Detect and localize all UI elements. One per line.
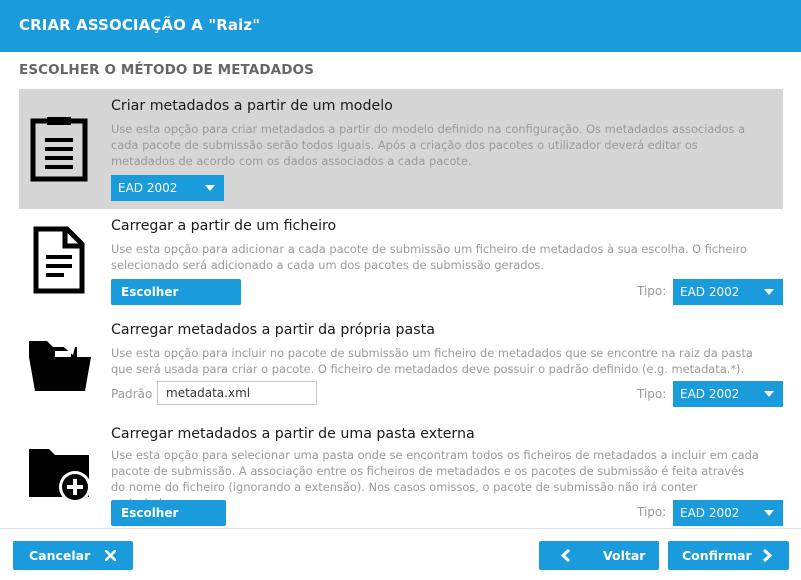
- option-own-folder-description: Use esta opção para incluir no pacote de…: [111, 346, 753, 376]
- chevron-down-icon: [764, 289, 774, 295]
- template-type-select[interactable]: EAD 2002: [111, 175, 224, 201]
- own-folder-type-select-value: EAD 2002: [680, 387, 740, 401]
- cancel-button-label: Cancelar: [29, 548, 91, 563]
- pattern-input[interactable]: metadata.xml: [157, 381, 317, 405]
- option-template[interactable]: Criar metadados a partir de um modelo Us…: [19, 89, 783, 209]
- option-file-title: Carregar a partir de um ficheiro: [111, 218, 337, 234]
- option-file[interactable]: Carregar a partir de um ficheiro Use est…: [19, 209, 783, 325]
- open-folder-icon: [27, 337, 93, 397]
- back-button-label: Voltar: [603, 548, 646, 563]
- template-document-icon: [29, 117, 89, 187]
- option-own-folder[interactable]: Carregar metadados a partir da própria p…: [19, 313, 783, 417]
- external-folder-type-select-value: EAD 2002: [680, 506, 740, 520]
- dialog-title-bar: CRIAR ASSOCIAÇÃO A "Raiz": [0, 0, 801, 52]
- external-folder-type-label: Tipo:: [637, 505, 667, 519]
- file-type-select-value: EAD 2002: [680, 285, 740, 299]
- cancel-button[interactable]: Cancelar: [13, 541, 133, 570]
- back-button[interactable]: Voltar: [539, 541, 659, 570]
- option-template-description: Use esta opção para criar metadados a pa…: [111, 122, 746, 168]
- section-title: ESCOLHER O MÉTODO DE METADADOS: [19, 62, 314, 78]
- add-folder-icon: [27, 447, 93, 509]
- own-folder-type-label: Tipo:: [637, 387, 667, 401]
- chevron-down-icon: [205, 185, 215, 191]
- option-own-folder-title: Carregar metadados a partir da própria p…: [111, 322, 435, 338]
- option-external-folder[interactable]: Carregar metadados a partir de uma pasta…: [19, 417, 783, 546]
- option-external-folder-title: Carregar metadados a partir de uma pasta…: [111, 426, 475, 442]
- chevron-down-icon: [764, 391, 774, 397]
- pattern-label: Padrão: [111, 387, 153, 401]
- choose-file-button[interactable]: Escolher ficheiro...: [111, 279, 241, 325]
- confirm-button-label: Confirmar: [682, 548, 752, 563]
- chevron-right-icon: [762, 548, 772, 563]
- template-type-select-value: EAD 2002: [118, 181, 178, 195]
- chevron-left-icon: [561, 548, 571, 563]
- option-file-description: Use esta opção para adicionar a cada pac…: [111, 242, 747, 272]
- file-type-label: Tipo:: [637, 284, 667, 298]
- option-template-title: Criar metadados a partir de um modelo: [111, 98, 393, 114]
- footer-divider: [0, 528, 801, 529]
- chevron-down-icon: [764, 510, 774, 516]
- choose-folder-button[interactable]: Escolher pasta...: [111, 500, 226, 546]
- file-document-icon: [33, 226, 85, 298]
- confirm-button[interactable]: Confirmar: [668, 541, 789, 570]
- close-icon: [105, 550, 116, 561]
- dialog-title: CRIAR ASSOCIAÇÃO A "Raiz": [19, 16, 261, 34]
- own-folder-type-select[interactable]: EAD 2002: [673, 381, 783, 407]
- file-type-select[interactable]: EAD 2002: [673, 279, 783, 305]
- external-folder-type-select[interactable]: EAD 2002: [673, 500, 783, 526]
